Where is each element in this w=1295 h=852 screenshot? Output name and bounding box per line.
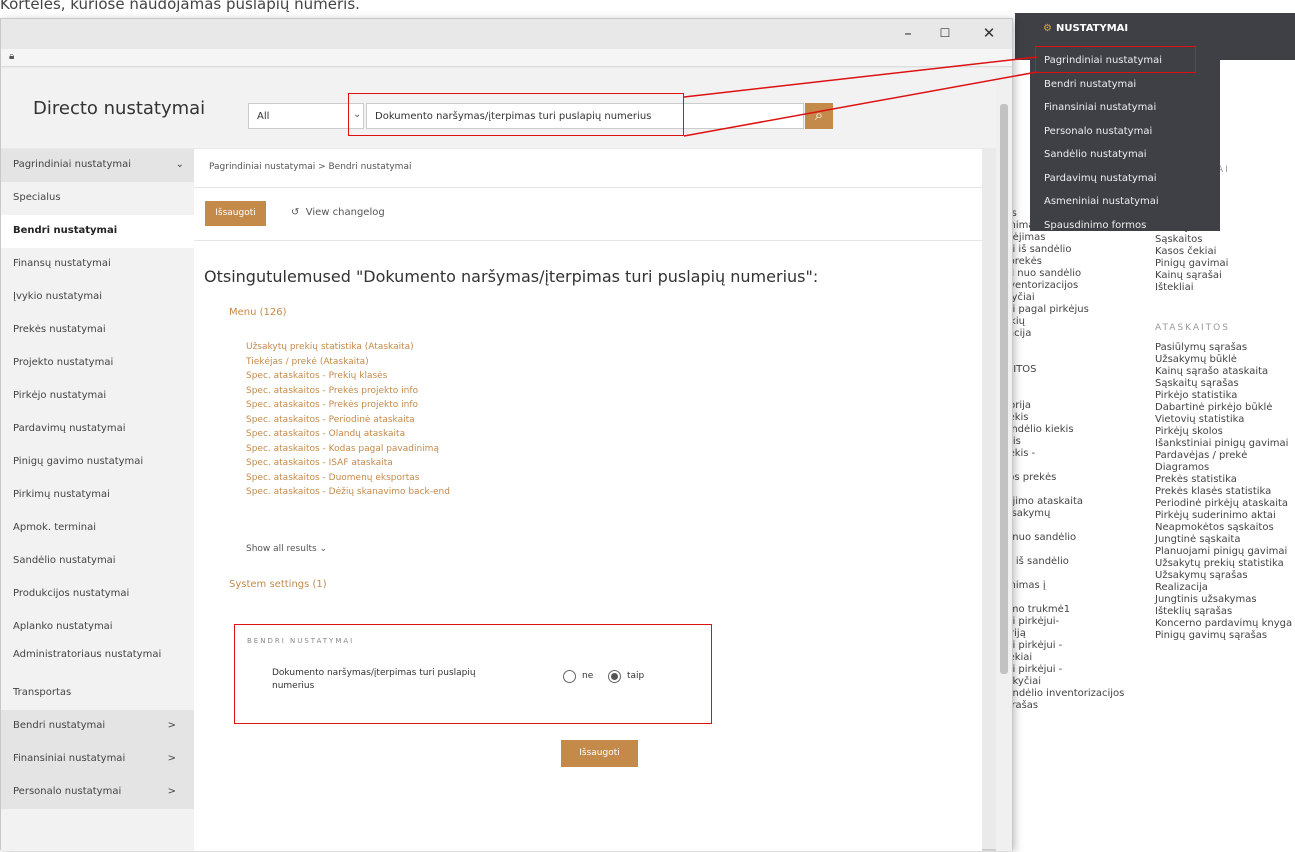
annotation-lines (683, 56, 1038, 137)
annotation-line-top (683, 56, 1038, 98)
annotation-line-bottom (683, 71, 1038, 137)
